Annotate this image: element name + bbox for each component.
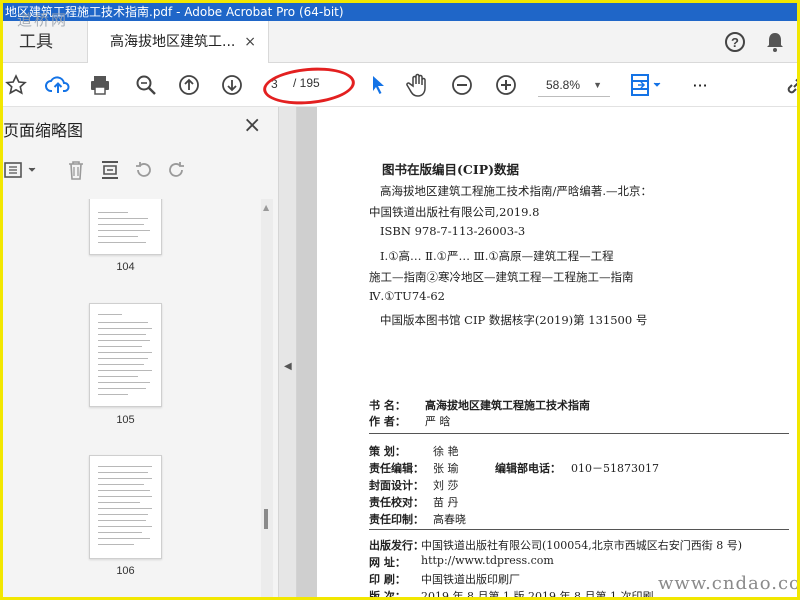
phone-label: 编辑部电话： xyxy=(495,462,561,475)
link-icon[interactable] xyxy=(783,72,797,98)
book-title-value: 高海拔地区建筑工程施工技术指南 xyxy=(425,399,590,412)
previous-page-icon[interactable] xyxy=(176,72,202,98)
publish-label: 出版发行： xyxy=(369,539,424,552)
tab-close-icon[interactable]: × xyxy=(244,21,256,63)
cip-line: 高海拔地区建筑工程施工技术指南/严晗编著.—北京： xyxy=(380,184,653,198)
staff-label: 策 划： xyxy=(369,445,406,458)
page-thumbnail-104[interactable] xyxy=(89,199,162,255)
thumbnail-scrollbar[interactable]: ▲ xyxy=(261,199,273,597)
bookmark-star-icon[interactable] xyxy=(3,72,29,98)
next-page-icon[interactable] xyxy=(219,72,245,98)
document-view[interactable]: 图书在版编目(CIP)数据 高海拔地区建筑工程施工技术指南/严晗编著.—北京： … xyxy=(297,107,797,600)
zoom-search-icon[interactable] xyxy=(133,72,159,98)
staff-value: 刘 莎 xyxy=(433,479,459,492)
book-title-label: 书 名： xyxy=(369,399,406,412)
tab-document-label: 高海拔地区建筑工... xyxy=(110,34,236,50)
scrollbar-thumb[interactable] xyxy=(264,509,268,529)
zoom-level-select[interactable]: 58.8% ▼ xyxy=(538,73,610,97)
rotate-left-icon[interactable] xyxy=(131,157,157,183)
publish-value: http://www.tdpress.com xyxy=(421,554,554,567)
cip-line: ISBN 978-7-113-26003-3 xyxy=(380,224,526,238)
thumbnail-options-icon[interactable] xyxy=(3,157,43,183)
panel-splitter[interactable]: ◀ xyxy=(279,107,297,597)
page-thumbnail-106[interactable] xyxy=(89,455,162,559)
notification-bell-icon[interactable] xyxy=(763,30,787,54)
rotate-right-icon[interactable] xyxy=(163,157,189,183)
tab-bar: 工具 高海拔地区建筑工... × ? xyxy=(3,21,797,63)
staff-value: 高春晓 xyxy=(433,513,466,526)
staff-value: 张 瑜 xyxy=(433,462,459,475)
thumbnail-label: 104 xyxy=(116,261,135,273)
staff-label: 责任印制： xyxy=(369,513,424,526)
main-toolbar: / 195 58.8% ▼ ··· xyxy=(3,63,797,107)
select-cursor-icon[interactable] xyxy=(365,72,391,98)
page-thumbnail-105[interactable] xyxy=(89,303,162,407)
panel-title: 页面缩略图 xyxy=(3,121,84,140)
divider xyxy=(369,529,789,530)
publish-label: 版 次： xyxy=(369,590,406,600)
zoom-in-icon[interactable] xyxy=(493,72,519,98)
help-icon[interactable]: ? xyxy=(723,30,747,54)
cip-line: 施工—指南②寒冷地区—建筑工程—工程施工—指南 xyxy=(369,270,634,284)
collapse-panel-icon[interactable]: ◀ xyxy=(284,361,292,372)
panel-toolbar xyxy=(3,155,279,185)
book-author-value: 严 晗 xyxy=(425,415,451,428)
panel-close-icon[interactable]: × xyxy=(243,113,261,138)
page-total: / 195 xyxy=(293,76,320,90)
cip-line: 中国版本图书馆 CIP 数据核字(2019)第 131500 号 xyxy=(380,313,648,327)
app-window: 地区建筑工程施工技术指南.pdf - Adobe Acrobat Pro (64… xyxy=(0,0,800,600)
publish-value: 中国铁道出版印刷厂 xyxy=(421,573,520,586)
staff-value: 苗 丹 xyxy=(433,496,459,509)
thumbnail-list: 104 105 106 xyxy=(3,199,261,597)
publish-label: 印 刷： xyxy=(369,573,406,586)
staff-label: 责任编辑： xyxy=(369,462,424,475)
print-icon[interactable] xyxy=(87,72,113,98)
scroll-up-icon[interactable]: ▲ xyxy=(263,203,269,212)
upload-cloud-icon[interactable] xyxy=(45,72,71,98)
publish-label: 网 址： xyxy=(369,556,406,569)
book-author-label: 作 者： xyxy=(369,415,406,428)
staff-label: 责任校对： xyxy=(369,496,424,509)
thumbnails-panel: 页面缩略图 × 104 105 106 ▲ xyxy=(3,107,279,597)
thumbnail-label: 105 xyxy=(116,414,135,426)
thumbnail-label: 106 xyxy=(116,565,135,577)
hand-tool-icon[interactable] xyxy=(405,72,431,98)
window-title: 地区建筑工程施工技术指南.pdf - Adobe Acrobat Pro (64… xyxy=(3,3,797,21)
more-tools-icon[interactable]: ··· xyxy=(687,72,713,98)
zoom-level-value: 58.8% xyxy=(546,78,581,92)
pdf-page: 图书在版编目(CIP)数据 高海拔地区建筑工程施工技术指南/严晗编著.—北京： … xyxy=(317,107,797,600)
cip-line: Ⅰ.①高… Ⅱ.①严… Ⅲ.①高原—建筑工程—工程 xyxy=(380,249,614,263)
cip-line: 中国铁道出版社有限公司,2019.8 xyxy=(369,205,540,219)
tab-document[interactable]: 高海拔地区建筑工... × xyxy=(87,21,269,63)
svg-text:?: ? xyxy=(731,35,739,50)
cip-title: 图书在版编目(CIP)数据 xyxy=(382,162,520,177)
cip-line: Ⅳ.①TU74-62 xyxy=(369,289,445,303)
staff-value: 徐 艳 xyxy=(433,445,459,458)
publish-value: 2019 年 8 月第 1 版 2019 年 8 月第 1 次印刷 xyxy=(421,590,654,600)
staff-label: 封面设计： xyxy=(369,479,424,492)
divider xyxy=(369,433,789,434)
delete-page-icon[interactable] xyxy=(63,157,89,183)
watermark-top: 道桥网 xyxy=(17,11,69,29)
page-number-input[interactable] xyxy=(265,73,289,95)
publish-value: 中国铁道出版社有限公司(100054,北京市西城区右安门西街 8 号) xyxy=(421,539,743,552)
page-layout-icon[interactable] xyxy=(629,72,665,98)
chevron-down-icon: ▼ xyxy=(593,80,602,90)
insert-page-icon[interactable] xyxy=(97,157,123,183)
zoom-out-icon[interactable] xyxy=(449,72,475,98)
watermark-bottom: www.cndao.com xyxy=(658,573,800,594)
phone-value: 010－51873017 xyxy=(571,462,659,475)
